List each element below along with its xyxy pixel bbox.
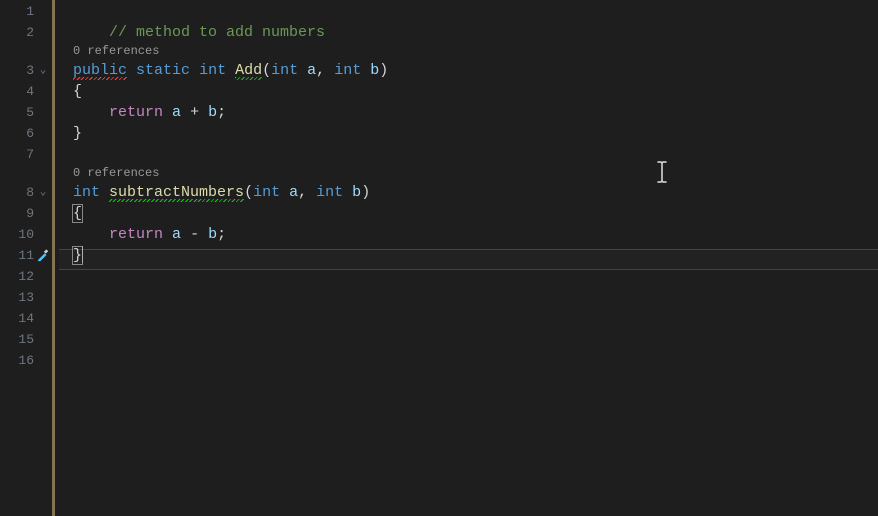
line-number: 11 — [18, 245, 34, 266]
line-number: 1 — [26, 1, 34, 22]
line-number: 4 — [26, 81, 34, 102]
token-semicolon: ; — [217, 104, 226, 121]
line-number: 6 — [26, 123, 34, 144]
line-number: 16 — [18, 350, 34, 371]
mouse-ibeam-cursor — [655, 161, 669, 188]
line-number: 9 — [26, 203, 34, 224]
token-type: int — [253, 184, 280, 201]
token-operator: + — [190, 104, 199, 121]
token-brace: { — [73, 83, 82, 100]
token-method: subtractNumbers — [109, 184, 244, 202]
code-comment: // method to add numbers — [109, 24, 325, 41]
token-type: int — [199, 62, 226, 79]
token-type: int — [271, 62, 298, 79]
token-semicolon: ; — [217, 226, 226, 243]
token-keyword: return — [109, 226, 163, 243]
fold-collapse-icon[interactable]: ⌄ — [36, 182, 50, 203]
code-editor[interactable]: // method to add numbers 0 references pu… — [59, 0, 878, 516]
token-brace: } — [73, 247, 82, 264]
token-variable: a — [172, 226, 181, 243]
line-number: 15 — [18, 329, 34, 350]
codelens-references[interactable]: 0 references — [59, 165, 878, 182]
token-operator: - — [190, 226, 199, 243]
modified-indicator-bar — [52, 0, 59, 516]
token-keyword: return — [109, 104, 163, 121]
token-param: b — [352, 184, 361, 201]
line-number: 12 — [18, 266, 34, 287]
token-param: b — [370, 62, 379, 79]
line-number: 5 — [26, 102, 34, 123]
token-param: a — [307, 62, 316, 79]
token-variable: b — [208, 226, 217, 243]
fold-collapse-icon[interactable]: ⌄ — [36, 60, 50, 81]
line-number-gutter: 1 2 3 ⌄ 4 5 6 7 8 ⌄ 9 10 11 12 13 14 15 … — [0, 0, 52, 516]
token-type: int — [73, 184, 100, 201]
screwdriver-icon[interactable] — [36, 248, 52, 264]
token-variable: b — [208, 104, 217, 121]
line-number: 3 — [26, 60, 34, 81]
line-number: 13 — [18, 287, 34, 308]
token-type: int — [334, 62, 361, 79]
text-caret — [82, 246, 83, 263]
token-keyword: public — [73, 62, 127, 80]
line-number: 7 — [26, 144, 34, 165]
token-brace: { — [73, 205, 82, 222]
line-number: 14 — [18, 308, 34, 329]
token-method: Add — [235, 62, 262, 80]
line-number: 8 — [26, 182, 34, 203]
line-number: 10 — [18, 224, 34, 245]
token-keyword: static — [136, 62, 190, 79]
token-type: int — [316, 184, 343, 201]
line-number: 2 — [26, 22, 34, 43]
codelens-references[interactable]: 0 references — [59, 43, 878, 60]
token-brace: } — [73, 125, 82, 142]
token-param: a — [289, 184, 298, 201]
token-variable: a — [172, 104, 181, 121]
